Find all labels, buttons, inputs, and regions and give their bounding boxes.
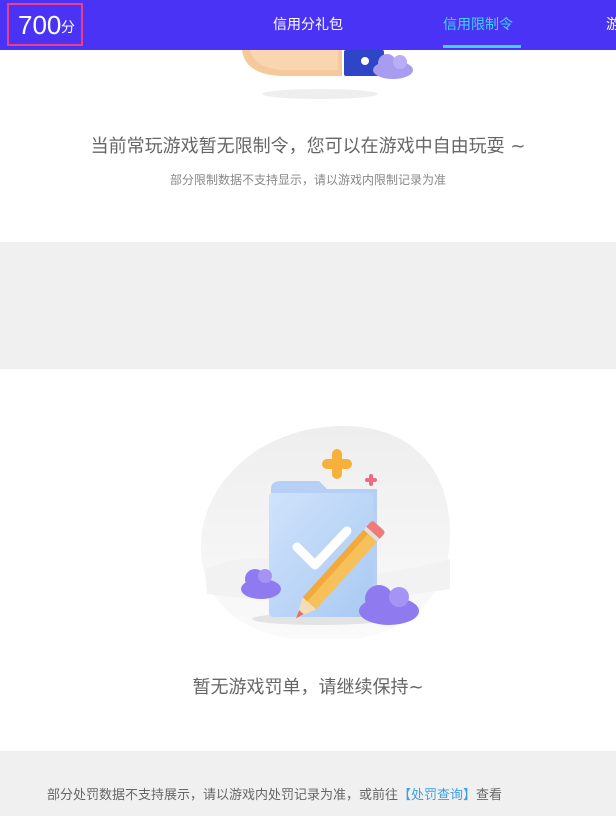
hand-card-illustration	[242, 50, 413, 99]
credit-score-badge[interactable]: 700 分	[7, 3, 83, 46]
footer-text-after: 查看	[476, 788, 503, 803]
penalty-ticket-panel: 暂无游戏罚单，请继续保持~	[0, 369, 616, 751]
credit-score-value: 700	[18, 10, 62, 40]
footer-notice-text: 部分处罚数据不支持展示，请以游戏内处罚记录为准，或前往【处罚查询】查看	[47, 787, 502, 805]
credit-score-unit: 分	[61, 20, 75, 36]
top-nav-bar: 700 分 信用分礼包 信用限制令 游	[0, 0, 616, 50]
section-divider-gap	[0, 242, 616, 369]
active-tab-indicator	[443, 45, 521, 48]
footer-text-before: 部分处罚数据不支持展示，请以游戏内处罚记录为准，或前往	[47, 788, 399, 803]
tab-credit-restriction-order[interactable]: 信用限制令	[443, 15, 513, 35]
no-restriction-message: 当前常玩游戏暂无限制令，您可以在游戏中自由玩耍 ~	[90, 136, 526, 157]
penalty-query-link[interactable]: 【处罚查询】	[398, 788, 476, 803]
restriction-data-note: 部分限制数据不支持显示，请以游戏内限制记录为准	[169, 173, 446, 187]
tab-credit-gift-pack[interactable]: 信用分礼包	[273, 15, 343, 35]
tab-overflow-partial[interactable]: 游	[606, 15, 616, 35]
penalty-footer-notice: 部分处罚数据不支持展示，请以游戏内处罚记录为准，或前往【处罚查询】查看	[0, 751, 616, 816]
restriction-order-panel: 当前常玩游戏暂无限制令，您可以在游戏中自由玩耍 ~ 部分限制数据不支持显示，请以…	[0, 50, 616, 242]
no-penalty-message: 暂无游戏罚单，请继续保持~	[192, 677, 424, 698]
folder-checkmark-pencil-illustration	[200, 426, 450, 639]
